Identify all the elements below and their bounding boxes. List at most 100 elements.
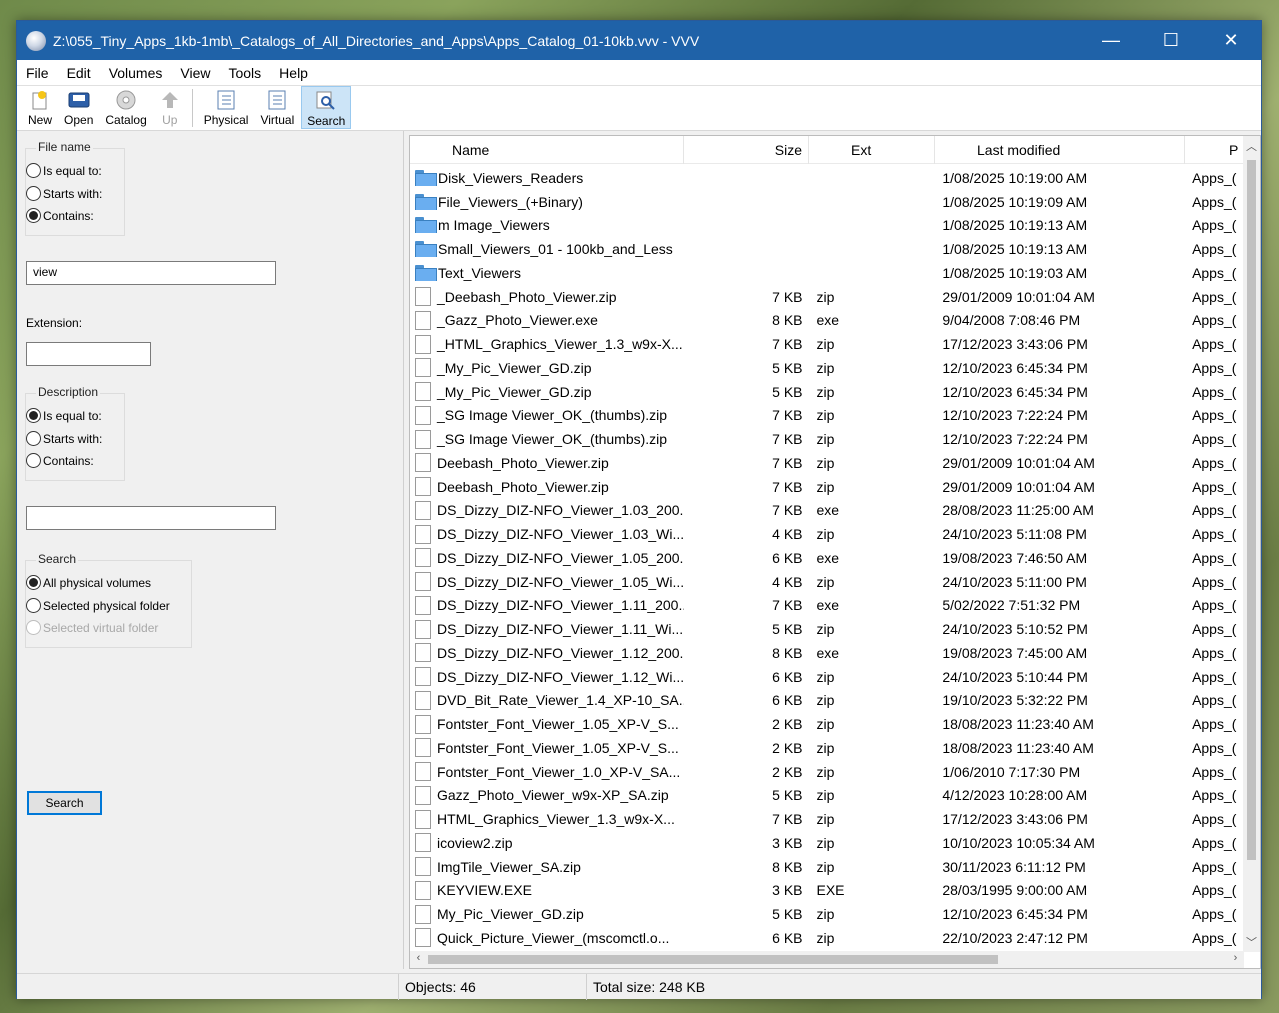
file-icon xyxy=(415,477,431,497)
all-physical-radio[interactable]: All physical volumes xyxy=(26,575,151,590)
column-header-ext[interactable]: Ext xyxy=(809,136,935,164)
table-row[interactable]: DVD_Bit_Rate_Viewer_1.4_XP-10_SA... 6 KB z… xyxy=(410,689,1244,713)
table-row[interactable]: _HTML_Graphics_Viewer_1.3_w9x-X... 7 KB zi… xyxy=(410,332,1244,356)
column-header-modified[interactable]: Last modified xyxy=(935,136,1185,164)
table-row[interactable]: Deebash_Photo_Viewer.zip 7 KB zip 29/01/200… xyxy=(410,475,1244,499)
column-header-name[interactable]: Name xyxy=(410,136,684,164)
table-row[interactable]: Fontster_Font_Viewer_1.0_XP-V_SA... 2 KB z… xyxy=(410,760,1244,784)
cell-name-text: _My_Pic_Viewer_GD.zip xyxy=(437,359,592,376)
table-row[interactable]: DS_Dizzy_DIZ-NFO_Viewer_1.05_200... 6 KB e… xyxy=(410,546,1244,570)
extension-label: Extension: xyxy=(26,316,83,330)
cell-name: DS_Dizzy_DIZ-NFO_Viewer_1.11_200... xyxy=(410,595,684,615)
new-button[interactable]: New xyxy=(23,86,57,129)
cell-path: Apps_( xyxy=(1192,526,1237,543)
filename-starts-radio[interactable]: Starts with: xyxy=(26,186,102,201)
virtual-button[interactable]: Virtual xyxy=(255,86,299,129)
table-row[interactable]: DS_Dizzy_DIZ-NFO_Viewer_1.03_200... 7 KB e… xyxy=(410,499,1244,523)
cell-name: _My_Pic_Viewer_GD.zip xyxy=(410,358,684,378)
vertical-scroll-thumb[interactable] xyxy=(1247,160,1256,860)
table-row[interactable]: DS_Dizzy_DIZ-NFO_Viewer_1.05_Wi... 4 KB zi… xyxy=(410,570,1244,594)
table-row[interactable]: _My_Pic_Viewer_GD.zip 5 KB zip 12/10/2023 6… xyxy=(410,380,1244,404)
table-row[interactable]: _SG Image Viewer_OK_(thumbs).zip 7 KB zip 1… xyxy=(410,404,1244,428)
cell-path: Apps_( xyxy=(1192,241,1237,258)
horizontal-scrollbar[interactable]: ‹ › xyxy=(410,951,1244,968)
table-row[interactable]: DS_Dizzy_DIZ-NFO_Viewer_1.03_Wi... 4 KB zi… xyxy=(410,522,1244,546)
column-header-size[interactable]: Size xyxy=(684,136,809,164)
horizontal-scroll-thumb[interactable] xyxy=(428,955,998,964)
table-row[interactable]: File_Viewers_(+Binary) 1/08/2025 10:19:09… xyxy=(410,190,1244,214)
menu-edit[interactable]: Edit xyxy=(58,65,100,81)
up-button[interactable]: Up xyxy=(154,86,186,129)
table-row[interactable]: Small_Viewers_01 - 100kb_and_Less 1/08/20… xyxy=(410,237,1244,261)
description-equal-radio[interactable]: Is equal to: xyxy=(26,408,102,423)
minimize-button[interactable]: — xyxy=(1081,21,1141,60)
description-contains-radio[interactable]: Contains: xyxy=(26,453,94,468)
column-header-path[interactable]: P xyxy=(1185,136,1244,164)
cell-name: Deebash_Photo_Viewer.zip xyxy=(410,477,684,497)
table-row[interactable]: My_Pic_Viewer_GD.zip 5 KB zip 12/10/2023 6:… xyxy=(410,902,1244,926)
table-row[interactable]: DS_Dizzy_DIZ-NFO_Viewer_1.12_Wi... 6 KB zi… xyxy=(410,665,1244,689)
cell-name-text: File_Viewers_(+Binary) xyxy=(438,193,583,210)
cell-name-text: _My_Pic_Viewer_GD.zip xyxy=(437,383,592,400)
table-row[interactable]: Deebash_Photo_Viewer.zip 7 KB zip 29/01/200… xyxy=(410,451,1244,475)
table-row[interactable]: DS_Dizzy_DIZ-NFO_Viewer_1.11_200... 7 KB e… xyxy=(410,594,1244,618)
cell-name: KEYVIEW.EXE xyxy=(410,880,684,900)
table-row[interactable]: DS_Dizzy_DIZ-NFO_Viewer_1.11_Wi... 5 KB zi… xyxy=(410,617,1244,641)
cell-modified: 1/08/2025 10:19:13 AM xyxy=(942,217,1088,234)
new-label: New xyxy=(28,113,53,127)
menu-tools[interactable]: Tools xyxy=(219,65,270,81)
table-row[interactable]: _Deebash_Photo_Viewer.zip 7 KB zip 29/01/20… xyxy=(410,285,1244,309)
menu-volumes[interactable]: Volumes xyxy=(100,65,172,81)
cell-modified: 12/10/2023 7:22:24 PM xyxy=(942,431,1088,448)
title-bar[interactable]: Z:\055_Tiny_Apps_1kb-1mb\_Catalogs_of_Al… xyxy=(17,21,1261,60)
table-row[interactable]: _Gazz_Photo_Viewer.exe 8 KB exe 9/04/2008 7… xyxy=(410,309,1244,333)
search-button[interactable]: Search xyxy=(27,791,102,815)
table-row[interactable]: icoview2.zip 3 KB zip 10/10/2023 10:05:34 A… xyxy=(410,831,1244,855)
cell-ext: exe xyxy=(816,502,840,519)
vertical-scrollbar[interactable]: ︿ ﹀ xyxy=(1243,136,1260,952)
cell-name-text: DS_Dizzy_DIZ-NFO_Viewer_1.05_Wi... xyxy=(437,573,684,590)
close-button[interactable]: ✕ xyxy=(1201,21,1261,60)
table-row[interactable]: KEYVIEW.EXE 3 KB EXE 28/03/1995 9:00:00 AM A… xyxy=(410,879,1244,903)
menu-file[interactable]: File xyxy=(17,65,58,81)
physical-button[interactable]: Physical xyxy=(199,86,254,129)
catalog-button[interactable]: Catalog xyxy=(100,86,151,129)
description-contains-label: Contains: xyxy=(43,453,94,468)
maximize-button[interactable]: ☐ xyxy=(1141,21,1201,60)
cell-name-text: Disk_Viewers_Readers xyxy=(438,169,584,186)
menu-help[interactable]: Help xyxy=(270,65,317,81)
selected-physical-radio[interactable]: Selected physical folder xyxy=(26,598,170,613)
cell-name-text: DS_Dizzy_DIZ-NFO_Viewer_1.11_Wi... xyxy=(437,621,684,638)
scroll-right-icon[interactable]: › xyxy=(1227,952,1244,964)
filename-contains-radio[interactable]: Contains: xyxy=(26,208,94,223)
scroll-left-icon[interactable]: ‹ xyxy=(410,952,427,964)
cell-path: Apps_( xyxy=(1192,312,1237,329)
scroll-up-icon[interactable]: ︿ xyxy=(1243,138,1260,154)
table-row[interactable]: m Image_Viewers 1/08/2025 10:19:13 AM Apps… xyxy=(410,214,1244,238)
menu-view[interactable]: View xyxy=(171,65,219,81)
table-row[interactable]: _SG Image Viewer_OK_(thumbs).zip 7 KB zip 1… xyxy=(410,427,1244,451)
table-row[interactable]: _My_Pic_Viewer_GD.zip 5 KB zip 12/10/2023 6… xyxy=(410,356,1244,380)
table-row[interactable]: Disk_Viewers_Readers 1/08/2025 10:19:00 A… xyxy=(410,166,1244,190)
file-icon xyxy=(415,572,431,592)
cell-name: _HTML_Graphics_Viewer_1.3_w9x-X... xyxy=(410,334,684,354)
table-row[interactable]: Fontster_Font_Viewer_1.05_XP-V_S... 2 KB z… xyxy=(410,712,1244,736)
filename-equal-radio[interactable]: Is equal to: xyxy=(26,163,102,178)
filename-input[interactable]: view xyxy=(26,261,276,285)
description-starts-radio[interactable]: Starts with: xyxy=(26,431,102,446)
table-row[interactable]: Gazz_Photo_Viewer_w9x-XP_SA.zip 5 KB zip 4/… xyxy=(410,784,1244,808)
up-arrow-icon xyxy=(159,90,181,110)
table-row[interactable]: DS_Dizzy_DIZ-NFO_Viewer_1.12_200... 8 KB e… xyxy=(410,641,1244,665)
table-row[interactable]: Fontster_Font_Viewer_1.05_XP-V_S... 2 KB z… xyxy=(410,736,1244,760)
description-input[interactable] xyxy=(26,506,276,530)
table-row[interactable]: ImgTile_Viewer_SA.zip 8 KB zip 30/11/2023 6… xyxy=(410,855,1244,879)
search-toolbar-button[interactable]: Search xyxy=(301,86,352,129)
table-row[interactable]: Quick_Picture_Viewer_(mscomctl.o... 6 KB z… xyxy=(410,926,1244,950)
cell-modified: 1/08/2025 10:19:13 AM xyxy=(942,241,1088,258)
table-row[interactable]: HTML_Graphics_Viewer_1.3_w9x-X... 7 KB zip… xyxy=(410,807,1244,831)
extension-input[interactable] xyxy=(26,342,151,366)
cell-ext: exe xyxy=(816,597,840,614)
table-row[interactable]: Text_Viewers 1/08/2025 10:19:03 AM Apps_( xyxy=(410,261,1244,285)
scroll-down-icon[interactable]: ﹀ xyxy=(1243,934,1260,950)
open-button[interactable]: Open xyxy=(59,86,98,129)
